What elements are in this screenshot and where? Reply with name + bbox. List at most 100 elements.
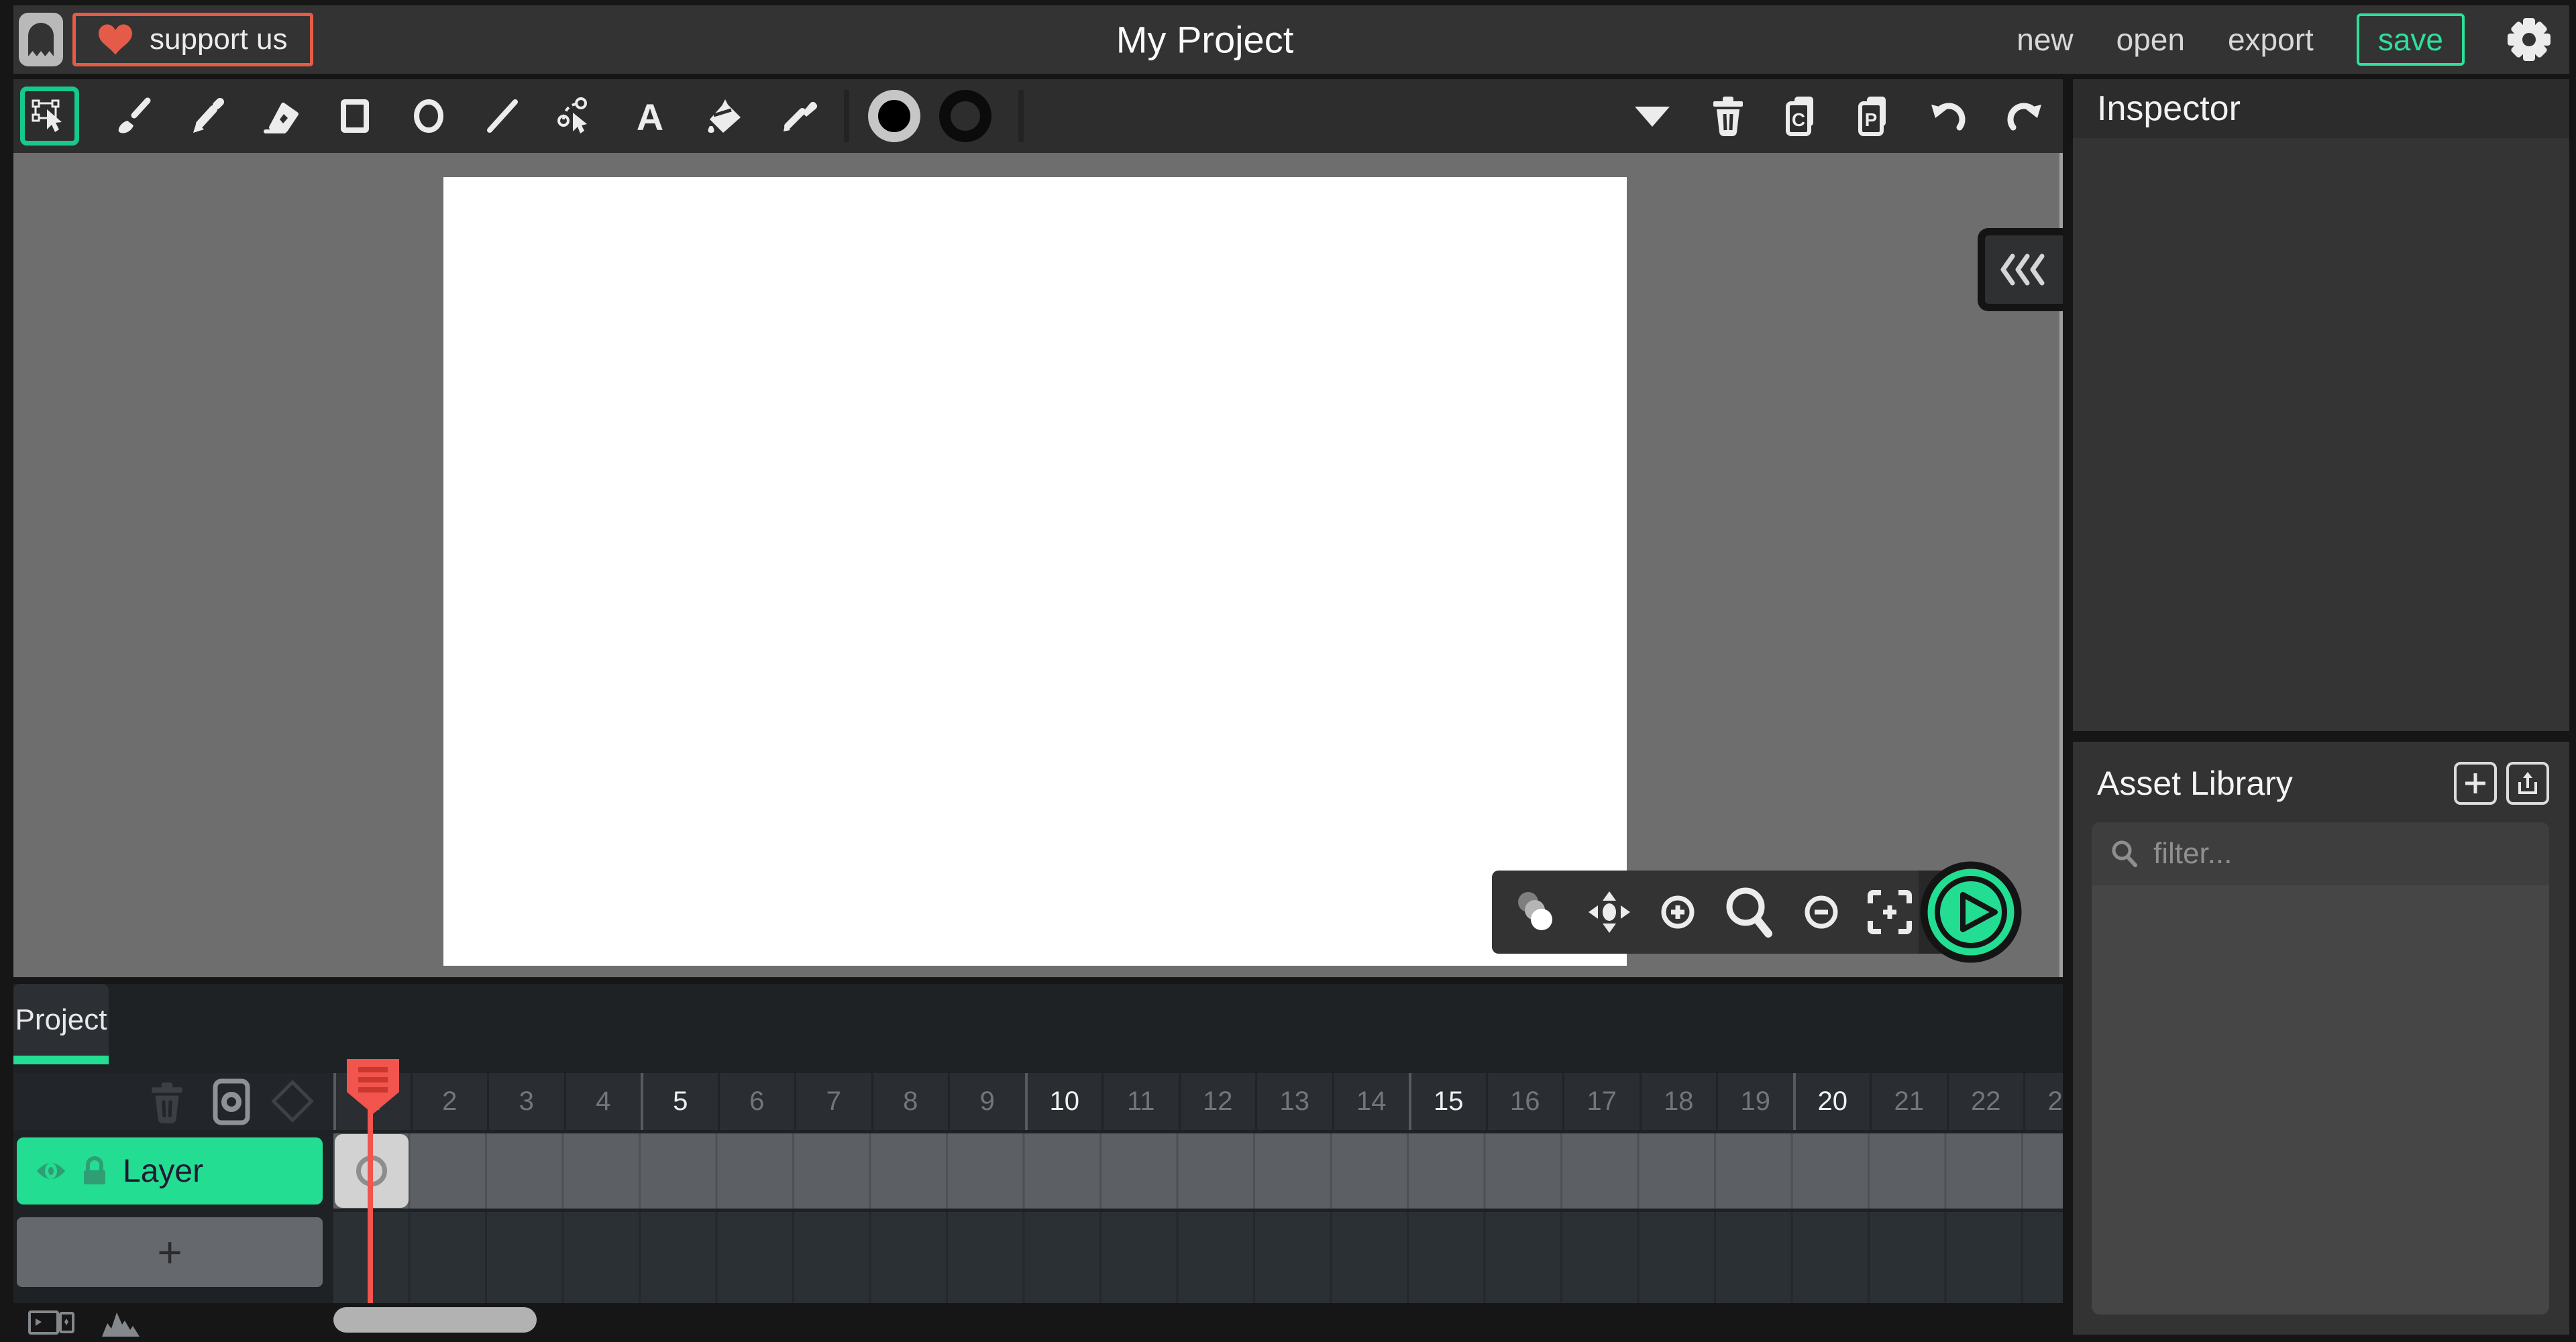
upload-asset-button[interactable]	[2506, 762, 2549, 805]
fit-to-screen-button[interactable]	[1868, 890, 1912, 934]
timeline-panel: Project	[13, 984, 2063, 1342]
frame-number: 6	[749, 1086, 764, 1117]
empty-frame-track[interactable]	[333, 1212, 2063, 1303]
frame-ruler-cells: 1234567891011121314151617181920212223	[333, 1073, 2063, 1130]
tool-brush[interactable]	[114, 97, 153, 135]
onion-skin-button[interactable]	[1515, 890, 1559, 934]
chevron-down-icon	[1632, 103, 1672, 129]
magnifier-icon	[1724, 887, 1775, 938]
tool-eyedropper[interactable]	[778, 97, 817, 135]
wick-ghost-logo[interactable]	[19, 13, 63, 66]
heart-icon	[99, 24, 132, 55]
frame-ruler-cell[interactable]: 6	[718, 1073, 795, 1130]
canvas-stage[interactable]	[443, 177, 1627, 966]
tool-select-cursor[interactable]	[20, 87, 79, 146]
frame-ruler-cell[interactable]: 18	[1640, 1073, 1717, 1130]
asset-filter-input[interactable]	[2153, 837, 2502, 871]
save-button[interactable]: save	[2357, 13, 2465, 66]
delete-frame-button[interactable]	[147, 1081, 187, 1124]
frame-number: 7	[826, 1086, 841, 1117]
paste-button[interactable]: P	[1856, 95, 1891, 137]
canvas-area	[13, 153, 2063, 977]
plus-icon	[2463, 771, 2487, 795]
layer-visibility-eye-icon[interactable]	[36, 1160, 66, 1182]
asset-library-header: Asset Library	[2073, 742, 2569, 820]
timeline-horizontal-scrollbar[interactable]	[333, 1307, 537, 1333]
undo-button[interactable]	[1929, 97, 1968, 135]
frame-ruler-cell[interactable]: 22	[1947, 1073, 2024, 1130]
tool-eraser[interactable]	[262, 97, 301, 135]
copy-icon: C	[1784, 95, 1819, 137]
paste-icon: P	[1856, 95, 1891, 137]
frame-ruler-cell[interactable]: 5	[641, 1073, 718, 1130]
open-button[interactable]: open	[2116, 21, 2185, 58]
play-button[interactable]	[1920, 861, 2022, 963]
stroke-color-swatch[interactable]	[939, 90, 991, 142]
svg-text:P: P	[1865, 109, 1878, 130]
frame-ruler-cell[interactable]: 4	[564, 1073, 641, 1130]
toolbar-actions: C P	[1632, 79, 2044, 153]
frame-size-toggle-button[interactable]	[28, 1307, 75, 1338]
frame-ruler-cell[interactable]: 10	[1025, 1073, 1102, 1130]
settings-button[interactable]	[2508, 18, 2551, 61]
frame-ruler-cell[interactable]: 3	[487, 1073, 564, 1130]
frame-number: 15	[1434, 1086, 1464, 1117]
add-tween-button[interactable]	[268, 1077, 317, 1125]
frame-ruler-cell[interactable]: 16	[1486, 1073, 1563, 1130]
support-us-button[interactable]: support us	[72, 13, 313, 66]
tool-text[interactable]: A	[631, 97, 669, 135]
frame-ruler-cell[interactable]: 23	[2023, 1073, 2063, 1130]
top-menu: new open export save	[2017, 5, 2551, 74]
frame-ruler-cell[interactable]: 2	[411, 1073, 488, 1130]
frame-ruler-cell[interactable]: 13	[1255, 1073, 1332, 1130]
redo-button[interactable]	[2005, 97, 2044, 135]
layer-lock-icon[interactable]	[81, 1156, 108, 1186]
tool-line[interactable]	[483, 97, 522, 135]
waveform-toggle-button[interactable]	[101, 1308, 141, 1337]
new-button[interactable]: new	[2017, 21, 2073, 58]
add-layer-button[interactable]: +	[17, 1217, 323, 1287]
frame-ruler-cell[interactable]: 8	[871, 1073, 949, 1130]
ellipse-icon	[409, 97, 448, 135]
tween-diamond-icon	[268, 1077, 317, 1125]
frame-ruler-cell[interactable]: 7	[794, 1073, 871, 1130]
pan-tool-button[interactable]	[1587, 890, 1631, 934]
tab-project[interactable]: Project	[13, 984, 109, 1064]
collapse-panel-button[interactable]	[1978, 228, 2063, 311]
frame-number: 16	[1510, 1086, 1540, 1117]
frame-ruler-cell[interactable]: 15	[1409, 1073, 1486, 1130]
copy-button[interactable]: C	[1784, 95, 1819, 137]
play-icon	[1920, 861, 2022, 963]
frame-ruler-cell[interactable]: 9	[948, 1073, 1025, 1130]
tool-options-dropdown[interactable]	[1632, 103, 1672, 129]
export-button[interactable]: export	[2228, 21, 2314, 58]
frame-ruler-cell[interactable]: 12	[1179, 1073, 1256, 1130]
frame-ruler-cell[interactable]: 14	[1332, 1073, 1409, 1130]
add-frame-button[interactable]	[212, 1078, 251, 1125]
tool-rectangle[interactable]	[335, 97, 374, 135]
text-icon: A	[631, 97, 669, 135]
layer-frame-track[interactable]	[333, 1133, 2063, 1209]
delete-button[interactable]	[1710, 95, 1746, 137]
frame-ruler-cell[interactable]: 20	[1793, 1073, 1870, 1130]
zoom-out-button[interactable]	[1803, 894, 1839, 930]
tool-pencil[interactable]	[188, 97, 227, 135]
tool-path-cursor[interactable]	[557, 97, 596, 135]
pencil-icon	[188, 97, 227, 135]
zoom-in-button[interactable]	[1660, 894, 1696, 930]
frame-ruler-cell[interactable]: 19	[1716, 1073, 1793, 1130]
frame-ruler-cell[interactable]: 21	[1870, 1073, 1947, 1130]
eraser-icon	[262, 97, 301, 135]
toolbar-divider	[1018, 90, 1024, 142]
zoom-tool-button[interactable]	[1724, 887, 1775, 938]
tool-paint-bucket[interactable]	[704, 97, 743, 135]
frame-number: 20	[1818, 1086, 1848, 1117]
mountain-waveform-icon	[101, 1308, 141, 1337]
add-asset-button[interactable]	[2454, 762, 2497, 805]
layer-bar[interactable]: Layer	[17, 1137, 323, 1205]
frame-ruler-cell[interactable]: 17	[1562, 1073, 1640, 1130]
frame-number: 12	[1203, 1086, 1233, 1117]
fill-color-swatch[interactable]	[868, 90, 920, 142]
frame-ruler-cell[interactable]: 11	[1102, 1073, 1179, 1130]
tool-ellipse[interactable]	[409, 97, 448, 135]
